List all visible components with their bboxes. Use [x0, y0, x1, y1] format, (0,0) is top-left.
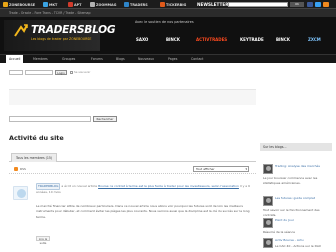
breadcrumb-text[interactable]: Trade - Oracle - Fore Trans - TCVR / Tra… — [9, 11, 91, 16]
topbar-logo-4[interactable]: TRADERS — [124, 2, 148, 8]
search-input[interactable] — [9, 116, 91, 122]
top-partner-bar: ZONEBOURSE MKT APT ZOOMMAG TRADERS TICKE… — [0, 0, 336, 9]
newsletter-label: NEWSLETTER — [197, 2, 229, 7]
activity-excerpt: Le marché financier attire de nombreux p… — [36, 204, 250, 219]
login-form: Login Se souvenir — [9, 68, 109, 78]
sidebar-item-text: Le jour boursier commence avec les stati… — [263, 176, 318, 185]
nav-item-nouveaux[interactable]: Nouveaux — [138, 55, 154, 64]
newsletter-submit-button[interactable]: OK — [290, 2, 304, 7]
partner-logo-saxo[interactable]: SAXO — [136, 35, 148, 44]
partner-title: Avec le soutien de nos partenaires — [135, 20, 194, 24]
rss-label[interactable]: RSS — [20, 166, 26, 172]
partner-logo-keytrade[interactable]: KEYTRADE — [240, 35, 264, 44]
rss-feed-icon[interactable] — [323, 2, 329, 7]
site-logo[interactable]: TRADERSBLOG — [31, 25, 116, 36]
remember-checkbox[interactable] — [70, 71, 73, 74]
topbar-logo-5[interactable]: TICKERBIG — [160, 2, 186, 8]
partner-logo-binck[interactable]: BINCK — [166, 35, 180, 44]
logo-mark-icon — [160, 2, 165, 7]
nav-item-pages[interactable]: Pages — [168, 55, 177, 64]
nav-item-membres[interactable]: Membres — [33, 55, 48, 64]
ad-banner-area — [9, 89, 256, 105]
activity-action: a écrit un nouvel article — [61, 184, 98, 188]
chevron-down-icon: ▾ — [245, 167, 247, 171]
thumbnail-icon — [263, 196, 273, 206]
activity-item: TRADERBLOG a écrit un nouvel article Bou… — [9, 180, 258, 245]
topbar-logo-2[interactable]: APT — [68, 2, 81, 8]
activity-filter-select[interactable]: Tout afficher ▾ — [193, 166, 249, 172]
sidebar-item-text: Tout savoir sur le fonctionnement des co… — [263, 208, 320, 217]
nav-item-groupes[interactable]: Groupes — [62, 55, 75, 64]
remember-label: Se souvenir — [74, 70, 91, 74]
password-input[interactable] — [25, 70, 53, 75]
partner-logo-activtrades[interactable]: ACTIVTRADES — [196, 35, 227, 44]
thumbnail-icon — [263, 164, 273, 174]
thumbnail-icon — [263, 218, 273, 228]
logo-mark-icon — [43, 2, 48, 7]
nav-item-accueil[interactable]: Accueil — [6, 55, 24, 64]
activity-meta: TRADERBLOG a écrit un nouvel article Bou… — [36, 183, 258, 196]
sidebar-item-title[interactable]: Trading: Analyse des marchés — [275, 164, 320, 169]
nav-item-blogs[interactable]: Blogs — [116, 55, 125, 64]
activity-user[interactable]: TRADERBLOG — [36, 183, 61, 191]
brand-arrow-icon — [14, 24, 28, 37]
topbar-logo-1[interactable]: MKT — [43, 2, 57, 8]
sidebar-item-title[interactable]: Point du Jour — [275, 218, 294, 223]
sidebar-title: Sur les blogs... — [260, 143, 332, 151]
twitter-icon[interactable] — [315, 2, 321, 7]
avatar-face-icon — [17, 189, 26, 198]
breadcrumb: Trade - Oracle - Fore Trans - TCVR / Tra… — [0, 9, 336, 17]
logo-mark-icon — [124, 2, 129, 7]
rss-icon[interactable] — [14, 167, 18, 171]
page-title: Activité du site — [9, 134, 64, 142]
logo-mark-icon — [90, 2, 95, 7]
main-nav: Accueil Membres Groupes Forums Blogs Nou… — [0, 54, 336, 64]
username-input[interactable] — [9, 70, 23, 75]
sidebar-item-text: Résumé de la séance — [263, 230, 295, 234]
search-form: Rechercher — [9, 115, 129, 123]
activity-article-link[interactable]: Bourse: le contrat à terme est le plus f… — [98, 184, 239, 188]
login-button[interactable]: Login — [55, 70, 67, 75]
topbar-logo-3[interactable]: ZOOMMAG — [90, 2, 116, 8]
tab-all-members[interactable]: Tous les membres (15) — [11, 153, 58, 162]
facebook-icon[interactable] — [307, 2, 313, 7]
site-tagline: Les blogs de trader par ZONEBOURSE — [31, 37, 92, 41]
sidebar-item-text: Le CAC 40 - Actions sur le DAX — [275, 244, 321, 248]
nav-item-forums[interactable]: Forums — [91, 55, 103, 64]
search-button[interactable]: Rechercher — [93, 116, 117, 122]
logo-mark-icon — [68, 2, 73, 7]
read-more-button[interactable]: Lire la suite — [36, 236, 50, 245]
activity-tabs: Tous les membres (15) — [9, 153, 256, 162]
partner-logo-binck-2[interactable]: BINCK — [276, 35, 290, 44]
avatar[interactable] — [13, 186, 28, 200]
partner-logo-zxcm[interactable]: ZXCM — [308, 35, 321, 44]
newsletter-email-input[interactable] — [228, 2, 288, 7]
sidebar-item-title[interactable]: Les futures: guide complet — [275, 196, 315, 201]
partner-logos: SAXO BINCK ACTIVTRADES KEYTRADE BINCK ZX… — [136, 35, 332, 44]
topbar-logo-0[interactable]: ZONEBOURSE — [3, 2, 35, 8]
filter-select-value: Tout afficher — [196, 167, 215, 171]
thumbnail-icon — [263, 238, 273, 248]
activity-filter-bar: RSS Tout afficher ▾ — [9, 165, 256, 174]
logo-mark-icon — [3, 2, 8, 7]
sidebar-item-title[interactable]: Activ Bourse - Actu — [275, 238, 304, 243]
sidebar: Sur les blogs... Trading: Analyse des ma… — [260, 143, 336, 252]
nav-item-contact[interactable]: Contact — [191, 55, 203, 64]
